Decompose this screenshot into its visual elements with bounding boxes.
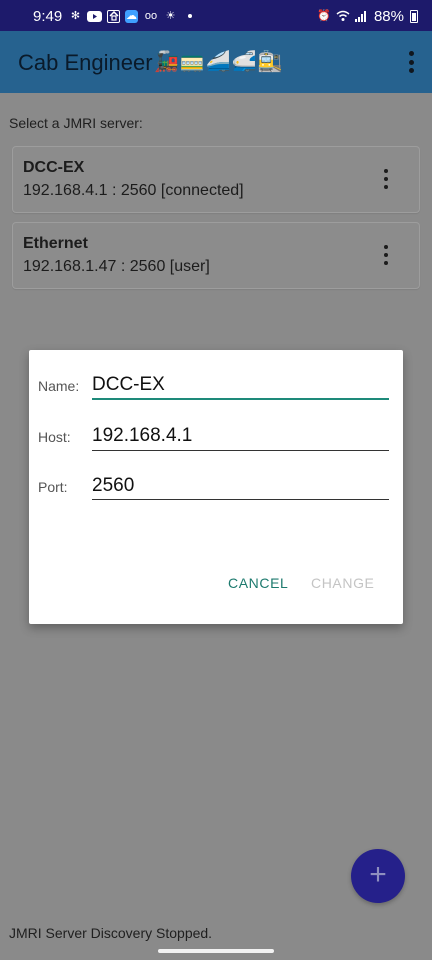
- host-label: Host:: [38, 429, 71, 445]
- server-address: 192.168.1.47 : 2560 [user]: [23, 258, 210, 275]
- server-address: 192.168.4.1 : 2560 [connected]: [23, 182, 244, 199]
- wifi-icon: [336, 10, 350, 23]
- server-options-icon[interactable]: [383, 245, 389, 265]
- add-server-button[interactable]: +: [351, 849, 405, 903]
- server-options-icon[interactable]: [383, 169, 389, 189]
- battery-icon: [410, 10, 418, 23]
- battery-percent: 88%: [373, 8, 404, 25]
- select-server-label: Select a JMRI server:: [9, 115, 143, 131]
- gesture-nav-handle[interactable]: [158, 949, 274, 953]
- server-item-dcc-ex[interactable]: DCC-EX 192.168.4.1 : 2560 [connected]: [12, 146, 420, 213]
- pinwheel-icon: ✻: [70, 9, 81, 22]
- train-emoji-icons: 🚂🚃🚄🚅🚉: [154, 51, 284, 73]
- server-name: DCC-EX: [23, 159, 85, 176]
- more-notifications-dot: [188, 14, 192, 18]
- weather-icon: ☀: [165, 9, 176, 22]
- host-field[interactable]: [92, 421, 389, 451]
- server-item-ethernet[interactable]: Ethernet 192.168.1.47 : 2560 [user]: [12, 222, 420, 289]
- cancel-button[interactable]: CANCEL: [228, 575, 288, 591]
- cloud-app-icon: ☁: [125, 9, 138, 23]
- status-bar: 9:49 ✻ ☁ oo ☀ ⏰ 88%: [0, 0, 432, 31]
- change-button[interactable]: CHANGE: [311, 575, 375, 591]
- discovery-status: JMRI Server Discovery Stopped.: [9, 925, 213, 941]
- host-underline: [92, 450, 389, 451]
- edit-server-dialog: Name: Host: Port: CANCEL CHANGE: [29, 350, 403, 624]
- alarm-icon: ⏰: [316, 10, 331, 22]
- voicemail-icon: oo: [144, 9, 158, 22]
- name-underline: [92, 398, 389, 400]
- system-icons: ⏰ 88%: [317, 8, 418, 25]
- app-title: Cab Engineer: [18, 50, 153, 75]
- app-bar: Cab Engineer 🚂🚃🚄🚅🚉: [0, 31, 432, 93]
- port-label: Port:: [38, 479, 68, 495]
- name-label: Name:: [38, 378, 80, 394]
- notification-icons: ✻ ☁ oo ☀: [69, 9, 192, 23]
- server-name: Ethernet: [23, 235, 88, 252]
- home-icon: [107, 9, 120, 23]
- signal-icon: [355, 10, 368, 23]
- name-field[interactable]: [92, 370, 389, 400]
- port-field[interactable]: [92, 471, 389, 501]
- overflow-menu-icon[interactable]: [408, 51, 414, 73]
- youtube-icon: [87, 10, 102, 22]
- status-time: 9:49: [33, 8, 63, 25]
- port-underline: [92, 499, 389, 500]
